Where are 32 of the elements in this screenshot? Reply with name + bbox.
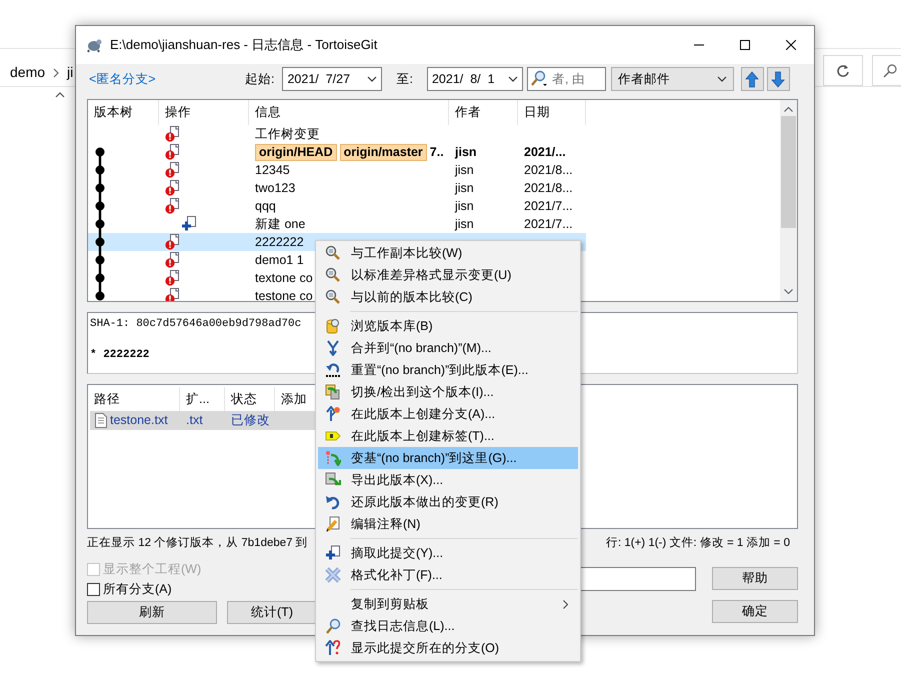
date-text: 2021/7... <box>524 198 573 215</box>
commit-message: 12345 <box>255 162 290 179</box>
commit-message: 7.. <box>430 144 444 161</box>
ref-label: origin/HEAD <box>255 144 337 160</box>
ref-label: origin/master <box>340 144 427 160</box>
commit-message: 工作树变更 <box>255 126 320 143</box>
author-text: jisn <box>455 144 477 161</box>
date-text: 2021/8... <box>524 180 573 197</box>
to-label: 至: <box>396 70 413 88</box>
commit-message: textone co <box>255 270 313 287</box>
commit-message: 新建 one <box>255 216 306 233</box>
author-text: jisn <box>455 180 474 197</box>
window-title: E:\demo\jianshuan-res - 日志信息 - TortoiseGit <box>110 36 378 54</box>
commit-message: qqq <box>255 198 276 215</box>
file-path: testone.txt <box>110 412 168 430</box>
sha-text: SHA-1: 80c7d57646a00eb9d798ad70c <box>90 318 302 330</box>
date-text: 2021/... <box>524 144 566 161</box>
status-text: 正在显示 12 个修订版本，从 7b1debe7 到 <box>87 536 308 552</box>
commit-message: 2222222 <box>255 234 304 251</box>
author-text: jisn <box>455 198 474 215</box>
file-status: 已修改 <box>231 412 270 430</box>
commit-subject: * 2222222 <box>90 348 150 360</box>
date-text: 2021/8... <box>524 162 573 179</box>
status-text: 行: 1(+) 1(-) 文件: 修改 = 1 添加 = 0 <box>606 536 790 552</box>
from-label: 起始: <box>245 70 274 88</box>
author-text: jisn <box>455 162 474 179</box>
file-extension: .txt <box>186 412 203 430</box>
commit-message: testone co <box>255 288 313 301</box>
commit-message: two123 <box>255 180 296 197</box>
commit-message: demo1 1 <box>255 252 304 269</box>
date-text: 2021/7... <box>524 216 573 233</box>
author-text: jisn <box>455 216 474 233</box>
